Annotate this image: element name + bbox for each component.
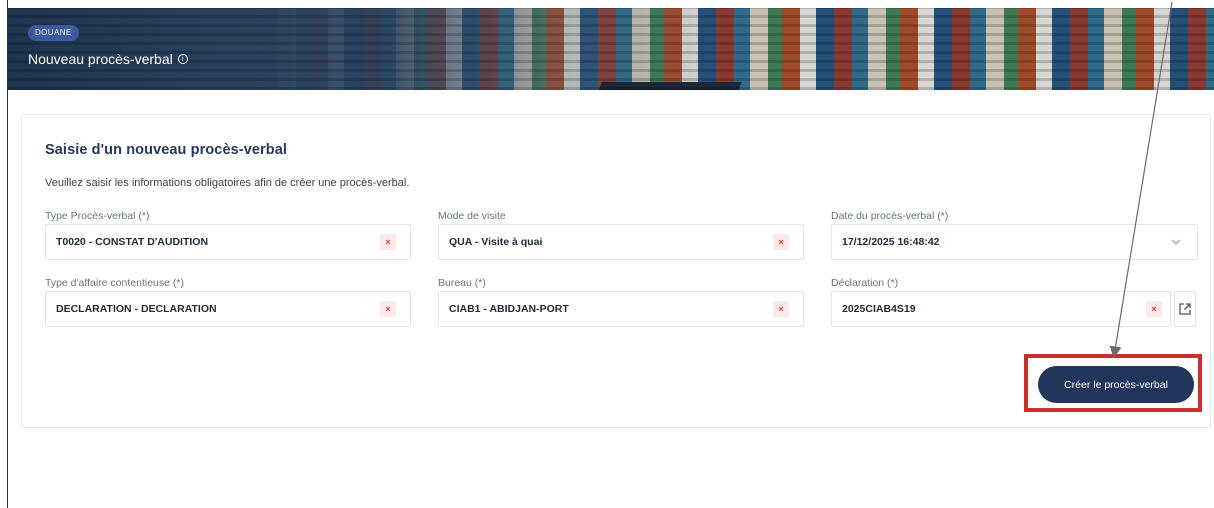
type-pv-value: T0020 - CONSTAT D'AUDITION bbox=[56, 236, 209, 248]
type-pv-select[interactable]: T0020 - CONSTAT D'AUDITION × bbox=[45, 224, 411, 260]
form-card: Saisie d'un nouveau procès-verbal Veuill… bbox=[21, 114, 1211, 428]
info-circle-icon[interactable]: i bbox=[177, 54, 188, 64]
mode-visite-select[interactable]: QUA - Visite à quai × bbox=[438, 224, 804, 260]
form-title: Saisie d'un nouveau procès-verbal bbox=[45, 142, 288, 158]
date-pv-label: Date du procès-verbal (*) bbox=[831, 210, 949, 222]
type-affaire-select[interactable]: DECLARATION - DECLARATION × bbox=[45, 291, 411, 327]
type-pv-label: Type Procès-verbal (*) bbox=[45, 210, 150, 222]
mode-visite-clear-icon[interactable]: × bbox=[773, 234, 789, 250]
open-declaration-button[interactable] bbox=[1174, 291, 1196, 327]
declaration-label: Déclaration (*) bbox=[831, 277, 899, 289]
mode-visite-label: Mode de visite bbox=[438, 210, 506, 222]
date-pv-value: 17/12/2025 16:48:42 bbox=[842, 236, 940, 248]
page-title: Nouveau procès-verbal i bbox=[28, 51, 188, 67]
bureau-label: Bureau (*) bbox=[438, 277, 486, 289]
declaration-clear-icon[interactable]: × bbox=[1146, 301, 1162, 317]
external-link-icon bbox=[1179, 303, 1191, 315]
declaration-select[interactable]: 2025CIAB4S19 × bbox=[831, 291, 1171, 327]
form-description: Veuillez saisir les informations obligat… bbox=[45, 177, 410, 189]
type-affaire-value: DECLARATION - DECLARATION bbox=[56, 303, 217, 315]
chevron-down-icon[interactable] bbox=[1171, 237, 1181, 247]
bureau-value: CIAB1 - ABIDJAN-PORT bbox=[449, 303, 569, 315]
header-banner: DOUANE Nouveau procès-verbal i bbox=[8, 8, 1214, 90]
type-affaire-label: Type d'affaire contentieuse (*) bbox=[45, 277, 184, 289]
bureau-clear-icon[interactable]: × bbox=[773, 301, 789, 317]
page-title-text: Nouveau procès-verbal bbox=[28, 51, 173, 67]
module-badge: DOUANE bbox=[28, 25, 79, 41]
type-pv-clear-icon[interactable]: × bbox=[380, 234, 396, 250]
create-pv-button[interactable]: Créer le procès-verbal bbox=[1038, 366, 1194, 403]
declaration-value: 2025CIAB4S19 bbox=[842, 303, 916, 315]
date-pv-picker[interactable]: 17/12/2025 16:48:42 bbox=[831, 224, 1198, 260]
type-affaire-clear-icon[interactable]: × bbox=[380, 301, 396, 317]
mode-visite-value: QUA - Visite à quai bbox=[449, 236, 543, 248]
bureau-select[interactable]: CIAB1 - ABIDJAN-PORT × bbox=[438, 291, 804, 327]
banner-ship-image bbox=[594, 82, 742, 90]
